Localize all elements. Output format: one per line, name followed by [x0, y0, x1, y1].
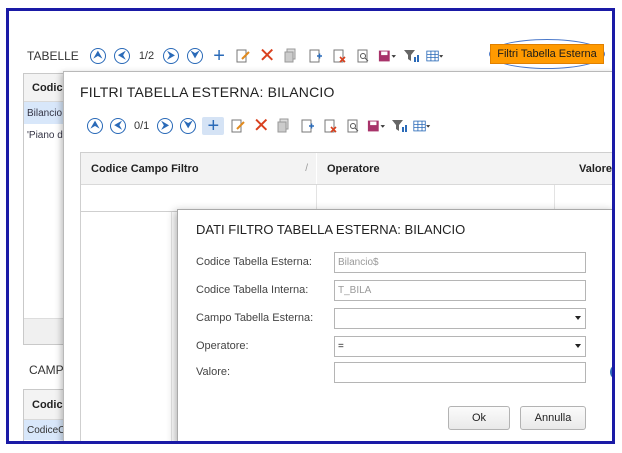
table-dropdown-icon[interactable]: [413, 117, 431, 135]
camp-section-title: CAMP: [29, 363, 64, 377]
next-record-icon[interactable]: ⮞: [162, 47, 180, 65]
tabelle-title: TABELLE: [27, 49, 79, 63]
operator-label: Operatore:: [196, 340, 249, 352]
external-field-label: Campo Tabella Esterna:: [196, 312, 314, 324]
save-dropdown-icon[interactable]: [378, 47, 397, 65]
table-cell: [317, 185, 555, 209]
previous-record-icon[interactable]: ⮜: [109, 117, 127, 135]
delete-document-icon[interactable]: [330, 47, 348, 65]
chevron-down-icon: [575, 344, 581, 348]
save-dropdown-icon[interactable]: [367, 117, 386, 135]
delete-document-icon[interactable]: [321, 117, 339, 135]
internal-table-row: Codice Tabella Interna: T_BILA: [196, 280, 596, 302]
column-header-value[interactable]: Valore: [555, 153, 612, 184]
column-header-field-label: Codice Campo Filtro: [91, 163, 199, 175]
operator-select[interactable]: =: [334, 336, 586, 357]
cancel-button[interactable]: Annulla: [520, 406, 586, 430]
add-icon[interactable]: +: [202, 116, 225, 136]
table-cell: [555, 185, 612, 209]
filters-grid-header: Codice Campo Filtro / Operatore Valore: [81, 153, 612, 185]
column-header-field[interactable]: Codice Campo Filtro /: [81, 153, 317, 184]
filters-toolbar: ⮝ ⮜ 0/1 ⮞ ⮟ + ✕: [86, 114, 431, 138]
filters-dialog-title: FILTRI TABELLA ESTERNA: BILANCIO: [80, 84, 335, 100]
external-field-row: Campo Tabella Esterna:: [196, 308, 596, 330]
last-record-icon[interactable]: ⮟: [186, 47, 204, 65]
first-record-icon[interactable]: ⮝: [86, 117, 104, 135]
screenshot-frame: TABELLE ⮝ ⮜ 1/2 ⮞ ⮟ + ✕ Filtri Tabella E…: [6, 8, 615, 444]
external-table-row: Codice Tabella Esterna: Bilancio$: [196, 252, 596, 274]
filter-detail-title: DATI FILTRO TABELLA ESTERNA: BILANCIO: [196, 222, 466, 237]
table-row[interactable]: [81, 185, 612, 209]
internal-table-label: Codice Tabella Interna:: [196, 284, 309, 296]
operator-selected: =: [338, 341, 344, 352]
table-cell: [81, 185, 317, 209]
external-table-field[interactable]: Bilancio$: [334, 252, 586, 273]
ok-button[interactable]: Ok: [448, 406, 510, 430]
new-document-icon[interactable]: [306, 47, 324, 65]
internal-table-field[interactable]: T_BILA: [334, 280, 586, 301]
table-dropdown-icon[interactable]: [426, 47, 444, 65]
new-document-icon[interactable]: [298, 117, 316, 135]
pager-text: 0/1: [134, 120, 150, 132]
add-icon[interactable]: +: [210, 46, 228, 66]
external-table-label: Codice Tabella Esterna:: [196, 256, 312, 268]
column-header-operator[interactable]: Operatore: [317, 153, 555, 184]
tabelle-toolbar: TABELLE ⮝ ⮜ 1/2 ⮞ ⮟ + ✕: [27, 43, 444, 69]
filters-grid: Codice Campo Filtro / Operatore Valore: [80, 152, 612, 212]
external-field-select[interactable]: [334, 308, 586, 329]
external-filter-button[interactable]: Filtri Tabella Esterna: [489, 39, 605, 69]
filter-detail-dialog: DATI FILTRO TABELLA ESTERNA: BILANCIO Co…: [177, 209, 612, 441]
copy-icon[interactable]: [282, 47, 300, 65]
pager-text: 1/2: [138, 50, 155, 62]
previous-record-icon[interactable]: ⮜: [113, 47, 131, 65]
filters-grid-body: [80, 212, 172, 441]
next-record-icon[interactable]: ⮞: [156, 117, 174, 135]
value-row: Valore: ?: [196, 362, 612, 384]
search-document-icon[interactable]: [354, 47, 372, 65]
column-sort-mark: /: [305, 163, 308, 174]
external-filter-label: Filtri Tabella Esterna: [490, 44, 604, 64]
last-record-icon[interactable]: ⮟: [179, 117, 197, 135]
delete-icon[interactable]: ✕: [258, 46, 276, 66]
value-label: Valore:: [196, 366, 231, 378]
edit-icon[interactable]: [229, 117, 247, 135]
delete-icon[interactable]: ✕: [252, 116, 270, 136]
value-field[interactable]: [334, 362, 586, 383]
search-document-icon[interactable]: [344, 117, 362, 135]
chevron-down-icon: [575, 316, 581, 320]
edit-icon[interactable]: [234, 47, 252, 65]
filter-icon[interactable]: [390, 117, 408, 135]
operator-row: Operatore: =: [196, 336, 596, 358]
first-record-icon[interactable]: ⮝: [89, 47, 107, 65]
filter-icon[interactable]: [402, 47, 420, 65]
copy-icon[interactable]: [275, 117, 293, 135]
help-icon[interactable]: ?: [610, 364, 612, 380]
